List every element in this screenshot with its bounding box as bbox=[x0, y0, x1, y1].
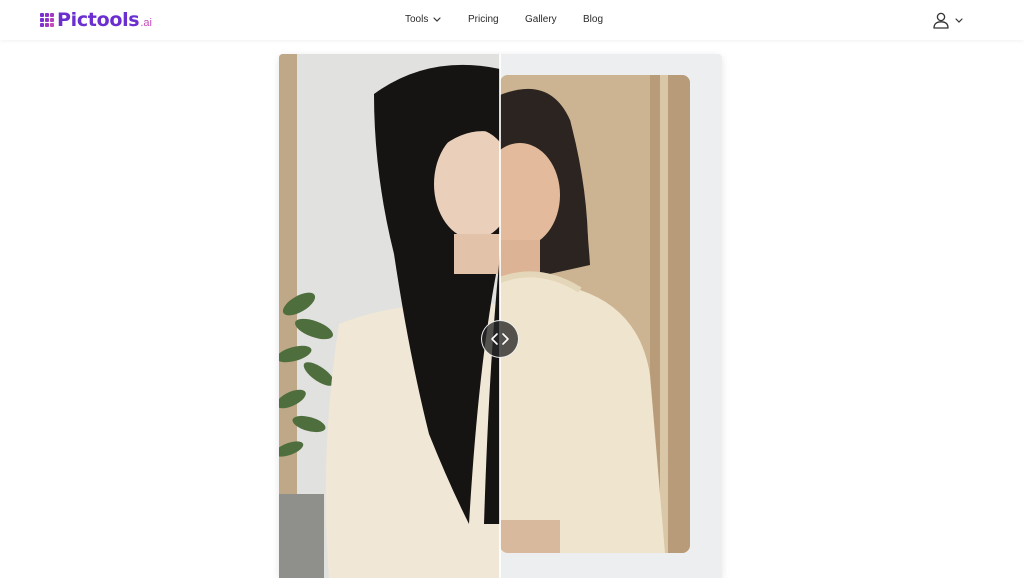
nav-tools[interactable]: Tools bbox=[405, 14, 441, 25]
nav-blog[interactable]: Blog bbox=[583, 14, 603, 25]
brand-suffix: .ai bbox=[140, 16, 152, 29]
before-after-comparison[interactable] bbox=[279, 54, 722, 578]
after-photo-illustration bbox=[500, 75, 690, 553]
nav-pricing[interactable]: Pricing bbox=[468, 14, 499, 25]
after-image bbox=[500, 75, 690, 553]
nav-gallery[interactable]: Gallery bbox=[525, 14, 557, 25]
nav-pricing-label: Pricing bbox=[468, 14, 499, 25]
logo-grid-icon bbox=[40, 13, 54, 27]
compare-slider-handle[interactable] bbox=[481, 320, 519, 358]
before-image-pane bbox=[279, 54, 500, 578]
before-photo-illustration bbox=[279, 54, 500, 578]
nav-tools-label: Tools bbox=[405, 14, 429, 25]
brand-name: Pictools bbox=[57, 9, 140, 31]
chevron-down-icon bbox=[433, 17, 441, 22]
compare-divider[interactable] bbox=[499, 54, 501, 578]
nav-blog-label: Blog bbox=[583, 14, 604, 25]
user-icon bbox=[933, 12, 949, 29]
user-menu[interactable] bbox=[932, 11, 963, 29]
left-right-arrows-icon bbox=[491, 333, 509, 345]
top-navbar: Pictools .ai Tools Pricing Gallery Blog bbox=[0, 0, 1024, 40]
chevron-down-icon bbox=[955, 17, 963, 23]
brand-logo[interactable]: Pictools .ai bbox=[40, 9, 152, 31]
nav-gallery-label: Gallery bbox=[525, 14, 557, 25]
